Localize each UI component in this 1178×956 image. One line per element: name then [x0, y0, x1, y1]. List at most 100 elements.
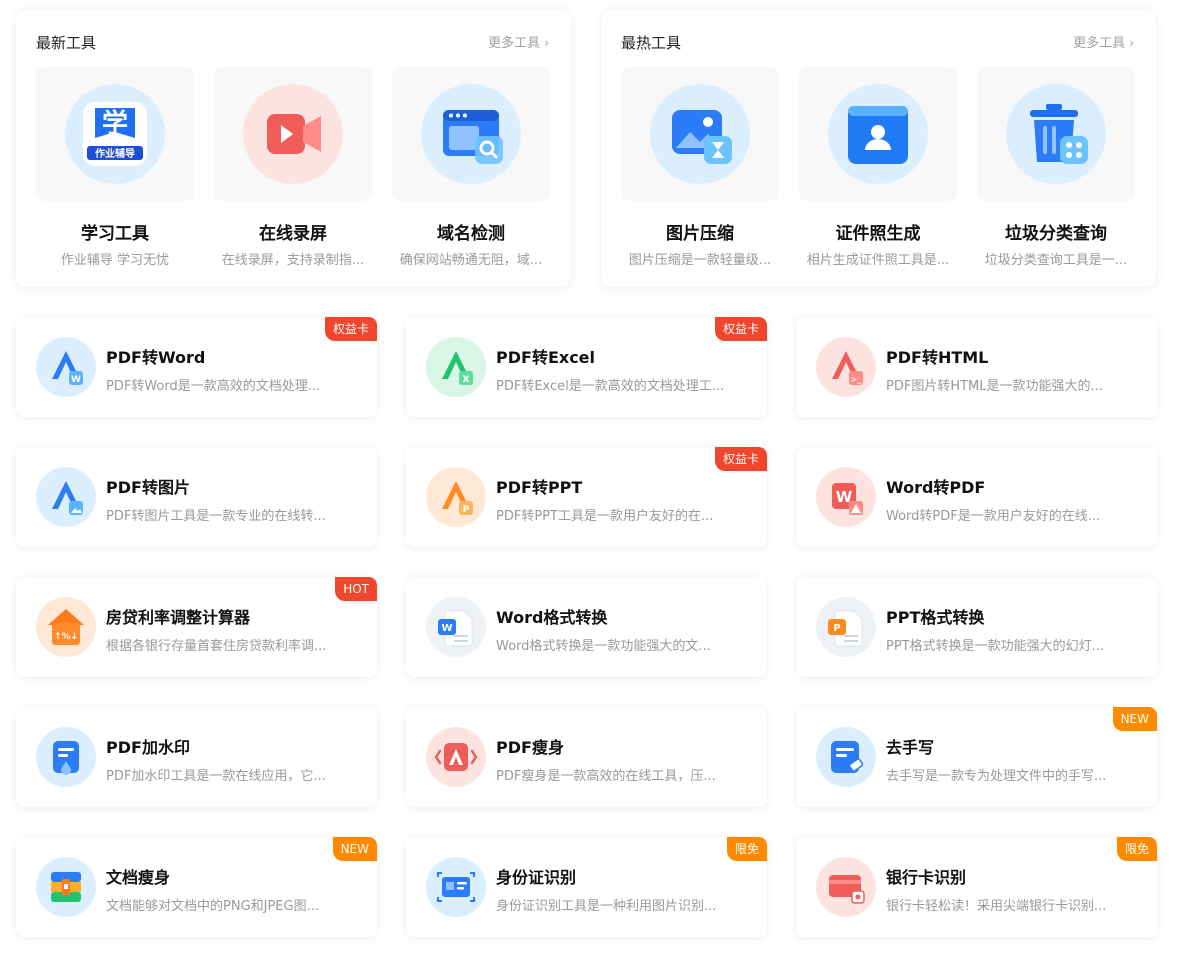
latest-more-link[interactable]: 更多工具 ›: [488, 32, 549, 51]
tool-card-pdf-to-excel[interactable]: X PDF转Excel PDF转Excel是一款高效的文档处理工... 权益卡: [406, 317, 767, 417]
latest-tools-panel: 最新工具 更多工具 › 学 作业辅导 学习工具 作业辅导 学习无忧 在线录屏 在线…: [16, 10, 571, 287]
pdf-to-html-icon: >_: [816, 337, 876, 397]
svg-text:W: W: [71, 375, 81, 385]
domain-search-icon: [421, 84, 521, 184]
svg-text:P: P: [833, 623, 840, 634]
tool-title: 去手写: [886, 738, 935, 757]
remove-handwriting-icon: [816, 727, 876, 787]
tool-title: 房贷利率调整计算器: [106, 608, 251, 627]
tool-title: PDF转PPT: [496, 478, 583, 497]
tool-desc: PDF转Excel是一款高效的文档处理工...: [496, 379, 725, 394]
tool-title: PDF瘦身: [496, 738, 564, 757]
feature-title: 垃圾分类查询: [1005, 224, 1107, 244]
trash-sort-icon: [1006, 84, 1106, 184]
feature-title: 证件照生成: [835, 224, 921, 244]
pdf-slim-icon: [426, 727, 486, 787]
tool-card-mortgage-calculator[interactable]: ↑%↓ 房贷利率调整计算器 根据各银行存量首套住房贷款利率调... HOT: [16, 577, 377, 677]
tool-desc: PPT格式转换是一款功能强大的幻灯...: [886, 639, 1105, 654]
badge-new: NEW: [1112, 707, 1157, 731]
tool-card-pdf-to-word[interactable]: W PDF转Word PDF转Word是一款高效的文档处理... 权益卡: [16, 317, 377, 417]
pdf-to-image-icon: [36, 467, 96, 527]
tool-title: 银行卡识别: [886, 868, 967, 887]
feature-desc: 确保网站畅通无阻，域...: [399, 253, 543, 268]
tool-title: PDF转Word: [106, 348, 206, 367]
svg-text:X: X: [463, 375, 470, 385]
badge-rights-card: 权益卡: [714, 447, 767, 471]
svg-text:W: W: [441, 623, 452, 634]
tool-desc: 文档能够对文档中的PNG和JPEG图...: [106, 899, 319, 914]
chevron-right-icon: ›: [544, 36, 549, 50]
svg-text:>_: >_: [851, 375, 862, 384]
pdf-watermark-icon: [36, 727, 96, 787]
tool-card-word-to-pdf[interactable]: W Word转PDF Word转PDF是一款用户友好的在线...: [796, 447, 1157, 547]
tool-title: PPT格式转换: [886, 608, 985, 627]
tool-card-doc-slim[interactable]: 文档瘦身 文档能够对文档中的PNG和JPEG图... NEW: [16, 837, 377, 937]
tool-desc: PDF图片转HTML是一款功能强大的...: [886, 379, 1103, 394]
badge-hot: HOT: [335, 577, 377, 601]
tool-desc: 银行卡轻松读！采用尖端银行卡识别...: [886, 899, 1107, 914]
tool-desc: PDF瘦身是一款高效的在线工具，压...: [496, 769, 716, 784]
feature-desc: 垃圾分类查询工具是一...: [984, 253, 1128, 268]
feature-study-tool[interactable]: 学 作业辅导 学习工具 作业辅导 学习无忧: [36, 67, 194, 273]
feature-image-compress[interactable]: 图片压缩 图片压缩是一款轻量级...: [621, 67, 779, 273]
tool-desc: 身份证识别工具是一种利用图片识别...: [496, 899, 717, 914]
hottest-more-link[interactable]: 更多工具 ›: [1073, 32, 1134, 51]
feature-title: 在线录屏: [259, 224, 327, 244]
tool-card-pdf-to-ppt[interactable]: P PDF转PPT PDF转PPT工具是一款用户友好的在... 权益卡: [406, 447, 767, 547]
tool-desc: Word转PDF是一款用户友好的在线...: [886, 509, 1101, 524]
feature-desc: 在线录屏，支持录制指...: [221, 253, 365, 268]
latest-tools-title: 最新工具: [36, 34, 97, 52]
tool-title: Word格式转换: [496, 608, 608, 627]
tool-desc: Word格式转换是一款功能强大的文...: [496, 639, 711, 654]
tool-title: PDF转图片: [106, 478, 190, 497]
pdf-to-word-icon: W: [36, 337, 96, 397]
tool-card-pdf-watermark[interactable]: PDF加水印 PDF加水印工具是一款在线应用，它...: [16, 707, 377, 807]
tool-desc: PDF转PPT工具是一款用户友好的在...: [496, 509, 714, 524]
badge-new: NEW: [332, 837, 377, 861]
feature-screen-record[interactable]: 在线录屏 在线录屏，支持录制指...: [214, 67, 372, 273]
pdf-to-ppt-icon: P: [426, 467, 486, 527]
badge-free: 限免: [1116, 837, 1157, 861]
id-photo-icon: [828, 84, 928, 184]
hottest-tools-title: 最热工具: [621, 34, 682, 52]
tool-desc: PDF转Word是一款高效的文档处理...: [106, 379, 321, 394]
tool-card-remove-handwriting[interactable]: 去手写 去手写是一款专为处理文件中的手写... NEW: [796, 707, 1157, 807]
study-app-icon: 学 作业辅导: [65, 84, 165, 184]
tool-card-word-format[interactable]: W Word格式转换 Word格式转换是一款功能强大的文...: [406, 577, 767, 677]
feature-title: 图片压缩: [666, 224, 734, 244]
badge-free: 限免: [726, 837, 767, 861]
tool-card-pdf-slim[interactable]: PDF瘦身 PDF瘦身是一款高效的在线工具，压...: [406, 707, 767, 807]
feature-title: 域名检测: [437, 224, 505, 244]
tool-card-pdf-to-html[interactable]: >_ PDF转HTML PDF图片转HTML是一款功能强大的...: [796, 317, 1157, 417]
feature-title: 学习工具: [81, 224, 149, 244]
tool-card-pdf-to-image[interactable]: PDF转图片 PDF转图片工具是一款专业的在线转...: [16, 447, 377, 547]
svg-text:P: P: [463, 505, 470, 515]
svg-text:↑%↓: ↑%↓: [54, 632, 78, 642]
tool-title: PDF加水印: [106, 738, 190, 757]
tool-desc: PDF加水印工具是一款在线应用，它...: [106, 769, 326, 784]
chevron-right-icon: ›: [1129, 36, 1134, 50]
tool-desc: 去手写是一款专为处理文件中的手写...: [886, 769, 1107, 784]
word-to-pdf-icon: W: [816, 467, 876, 527]
word-format-icon: W: [426, 597, 486, 657]
tool-title: PDF转HTML: [886, 348, 989, 367]
feature-id-photo[interactable]: 证件照生成 相片生成证件照工具是...: [799, 67, 957, 273]
screen-record-icon: [243, 84, 343, 184]
badge-rights-card: 权益卡: [324, 317, 377, 341]
feature-desc: 图片压缩是一款轻量级...: [628, 253, 772, 268]
tool-card-bank-card-ocr[interactable]: 银行卡识别 银行卡轻松读！采用尖端银行卡识别... 限免: [796, 837, 1157, 937]
tool-card-ppt-format[interactable]: P PPT格式转换 PPT格式转换是一款功能强大的幻灯...: [796, 577, 1157, 677]
tool-desc: 根据各银行存量首套住房贷款利率调...: [106, 639, 327, 654]
feature-trash-sort[interactable]: 垃圾分类查询 垃圾分类查询工具是一...: [977, 67, 1135, 273]
tool-desc: PDF转图片工具是一款专业的在线转...: [106, 509, 326, 524]
feature-domain-check[interactable]: 域名检测 确保网站畅通无阻，域...: [392, 67, 550, 273]
id-card-ocr-icon: [426, 857, 486, 917]
mortgage-rate-icon: ↑%↓: [36, 597, 96, 657]
tool-title: 文档瘦身: [106, 868, 171, 887]
tool-card-id-card-ocr[interactable]: 身份证识别 身份证识别工具是一种利用图片识别... 限免: [406, 837, 767, 937]
hottest-tools-panel: 最热工具 更多工具 › 图片压缩 图片压缩是一款轻量级... 证件照生成 相片生…: [601, 10, 1156, 287]
tool-title: PDF转Excel: [496, 348, 596, 367]
pdf-to-excel-icon: X: [426, 337, 486, 397]
svg-text:学: 学: [102, 108, 128, 139]
tool-title: 身份证识别: [496, 868, 577, 887]
